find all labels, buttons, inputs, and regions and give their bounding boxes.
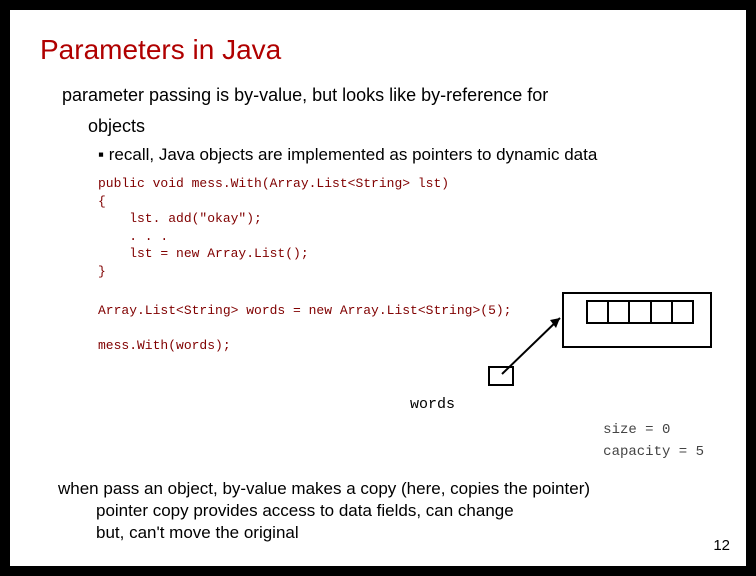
slide: Parameters in Java parameter passing is …	[10, 10, 746, 566]
array-cell	[609, 302, 630, 322]
size-label: size = 0	[603, 422, 704, 438]
bottom-line-1: when pass an object, by-value makes a co…	[58, 478, 708, 500]
intro-text-line1: parameter passing is by-value, but looks…	[62, 84, 716, 107]
bottom-text: when pass an object, by-value makes a co…	[58, 478, 708, 544]
bottom-line-3: but, can't move the original	[96, 522, 708, 544]
slide-title: Parameters in Java	[40, 34, 716, 66]
words-label: words	[410, 396, 455, 413]
bottom-line-2: pointer copy provides access to data fie…	[96, 500, 708, 522]
array-cell	[652, 302, 673, 322]
object-diagram	[562, 300, 712, 324]
array-cell	[630, 302, 651, 322]
array-cell	[673, 302, 692, 322]
square-bullet-icon: ▪	[98, 145, 104, 164]
capacity-label: capacity = 5	[603, 444, 704, 460]
pointer-arrow-icon	[498, 308, 578, 378]
page-number: 12	[713, 537, 730, 554]
array-cells	[586, 300, 694, 324]
array-cell	[588, 302, 609, 322]
sub-bullet: ▪ recall, Java objects are implemented a…	[98, 145, 716, 165]
code-block-1: public void mess.With(Array.List<String>…	[98, 175, 716, 280]
intro-text-line2: objects	[88, 115, 716, 138]
object-meta: size = 0 capacity = 5	[603, 422, 704, 460]
sub-bullet-text: recall, Java objects are implemented as …	[109, 145, 598, 164]
